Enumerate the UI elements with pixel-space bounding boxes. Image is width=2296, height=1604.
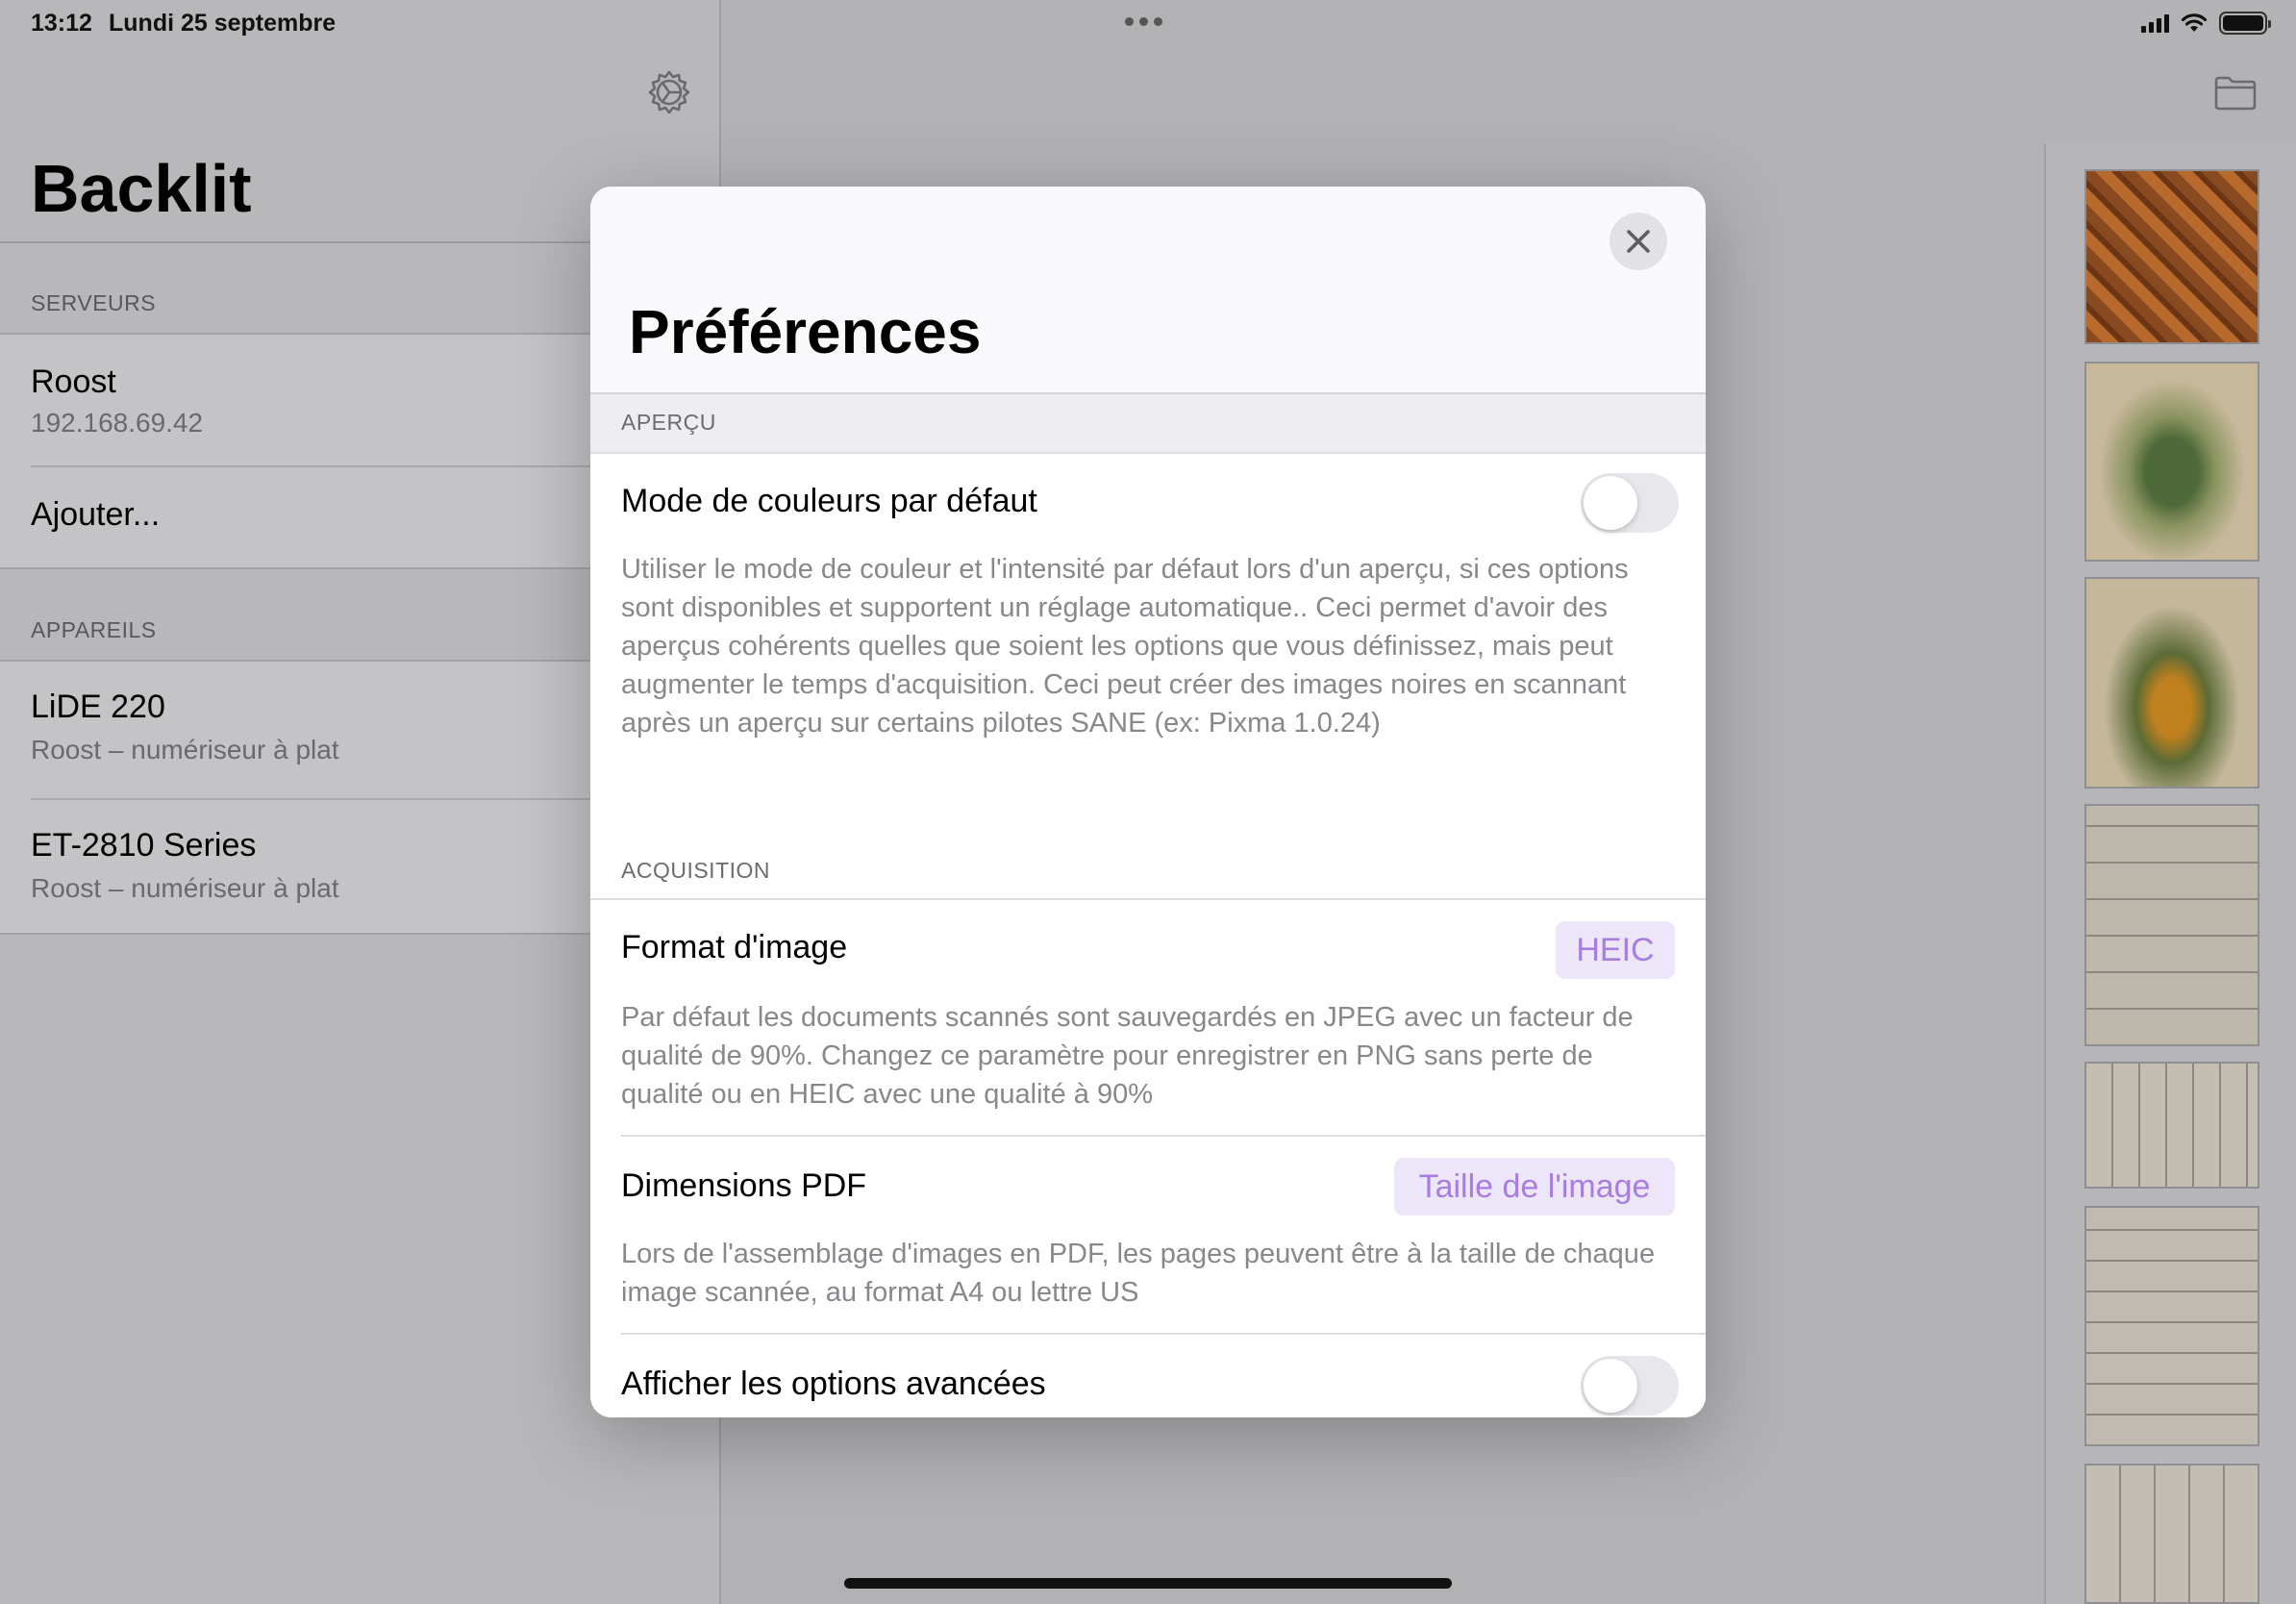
device-name: LiDE 220 bbox=[31, 689, 165, 725]
multitasking-handle[interactable] bbox=[1125, 17, 1162, 26]
devices-section-header: APPAREILS bbox=[31, 617, 157, 642]
advanced-options-label: Afficher les options avancées bbox=[621, 1366, 1046, 1402]
modal-title: Préférences bbox=[629, 297, 982, 366]
servers-section-header: SERVEURS bbox=[31, 290, 157, 315]
status-time: 13:12 bbox=[31, 10, 92, 37]
cellular-signal-icon bbox=[2141, 13, 2169, 33]
pdf-dimensions-picker[interactable]: Taille de l'image bbox=[1394, 1158, 1675, 1216]
pdf-dimensions-description: Lors de l'assemblage d'images en PDF, le… bbox=[621, 1239, 1656, 1308]
toggle-knob bbox=[1584, 1359, 1637, 1413]
server-name: Roost bbox=[31, 363, 116, 400]
toggle-knob bbox=[1584, 476, 1637, 530]
add-server-label: Ajouter... bbox=[31, 496, 161, 533]
device-name: ET-2810 Series bbox=[31, 827, 257, 864]
default-color-mode-label: Mode de couleurs par défaut bbox=[621, 483, 1037, 519]
image-format-description: Par défaut les documents scannés sont sa… bbox=[621, 1002, 1634, 1110]
close-button[interactable] bbox=[1610, 213, 1667, 270]
status-bar: 13:12 Lundi 25 septembre bbox=[0, 0, 2296, 46]
scan-thumbnail[interactable] bbox=[2084, 362, 2259, 562]
scan-thumbnail[interactable] bbox=[2084, 1062, 2259, 1189]
folder-icon bbox=[2214, 76, 2257, 111]
home-indicator[interactable] bbox=[844, 1578, 1452, 1589]
scan-thumbnail[interactable] bbox=[2084, 169, 2259, 344]
scan-thumbnail[interactable] bbox=[2084, 1464, 2259, 1604]
row-divider bbox=[621, 1333, 1706, 1335]
image-format-picker[interactable]: HEIC bbox=[1556, 921, 1675, 979]
scan-thumbnail[interactable] bbox=[2084, 804, 2259, 1046]
settings-button[interactable] bbox=[646, 69, 692, 115]
acquisition-section-header: ACQUISITION bbox=[621, 858, 771, 883]
server-address: 192.168.69.42 bbox=[31, 408, 204, 438]
wifi-icon bbox=[2181, 13, 2208, 32]
pdf-dimensions-label: Dimensions PDF bbox=[621, 1167, 867, 1204]
open-folder-button[interactable] bbox=[2213, 73, 2258, 112]
acquisition-group: Format d'image HEIC Par défaut les docum… bbox=[590, 898, 1706, 1417]
modal-header: Préférences bbox=[590, 187, 1706, 394]
row-divider bbox=[621, 1135, 1706, 1137]
status-date: Lundi 25 septembre bbox=[109, 10, 337, 37]
battery-icon bbox=[2219, 12, 2271, 35]
status-indicators bbox=[2141, 12, 2271, 35]
preview-section-header: APERÇU bbox=[621, 410, 716, 435]
default-color-mode-description: Utiliser le mode de couleur et l'intensi… bbox=[621, 554, 1629, 739]
image-format-label: Format d'image bbox=[621, 929, 848, 965]
device-detail: Roost – numériseur à plat bbox=[31, 873, 339, 903]
scan-thumbnail[interactable] bbox=[2084, 1206, 2259, 1446]
gear-icon bbox=[648, 70, 690, 114]
close-icon bbox=[1627, 230, 1650, 253]
device-detail: Roost – numériseur à plat bbox=[31, 735, 339, 764]
preferences-modal: Préférences APERÇU Mode de couleurs par … bbox=[590, 187, 1706, 1417]
scan-thumbnail[interactable] bbox=[2084, 577, 2259, 789]
default-color-mode-toggle[interactable] bbox=[1581, 473, 1679, 533]
advanced-options-toggle[interactable] bbox=[1581, 1356, 1679, 1416]
app-title: Backlit bbox=[31, 151, 252, 226]
